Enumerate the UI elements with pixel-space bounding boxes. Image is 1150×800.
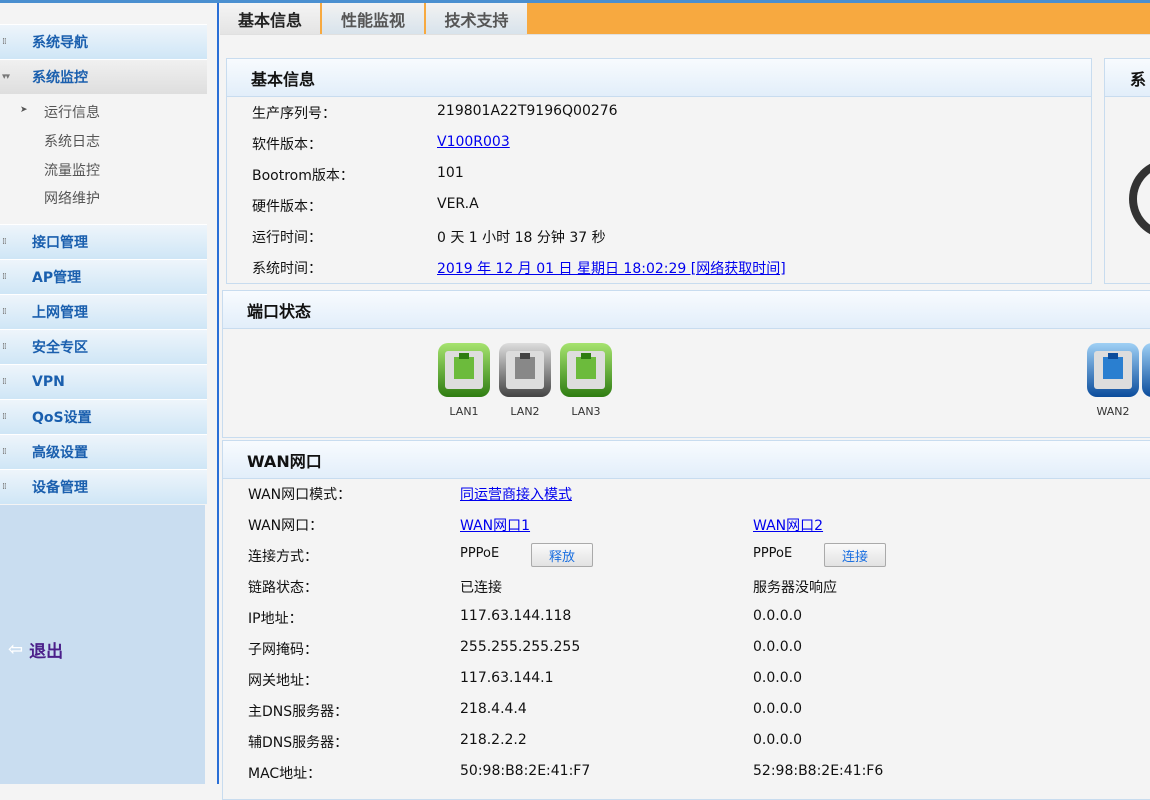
serial-value: 219801A22T9196Q00276 [437,103,618,119]
conn-type-label: 连接方式： [248,549,318,565]
dots-icon: ⁞⁞ [2,272,7,282]
lan2-port-icon[interactable] [499,343,551,397]
tab-bar: 基本信息 性能监视 技术支持 [220,3,1150,34]
frame-divider[interactable] [217,3,219,784]
software-version-link[interactable]: V100R003 [437,134,510,150]
mac-label: MAC地址： [248,766,322,782]
link-status-v1: 已连接 [460,580,502,596]
sidebar-item-ap[interactable]: ⁞⁞ AP管理 [0,259,207,294]
gateway-v2: 0.0.0.0 [753,670,802,686]
sidebar-gap [205,505,207,784]
lan2-label: LAN2 [510,405,540,418]
dots-icon: ⁞⁞ [2,342,7,352]
wan-title: WAN网口 [223,441,1150,479]
dots-icon: ⁞⁞ [2,482,7,492]
tab-tech-support[interactable]: 技术支持 [424,3,527,34]
sidebar-item-internet[interactable]: ⁞⁞ 上网管理 [0,294,207,329]
uptime-value: 0 天 1 小时 18 分钟 37 秒 [437,230,606,246]
release-button[interactable]: 释放 [531,543,593,567]
dns1-v2: 0.0.0.0 [753,701,802,717]
mask-label: 子网掩码： [248,642,318,658]
dots-icon: ⁞⁞ [2,447,7,457]
dns2-v1: 218.2.2.2 [460,732,527,748]
lan1-port-icon[interactable] [438,343,490,397]
port-status-title: 端口状态 [223,291,1150,329]
ip-label: IP地址： [248,611,303,627]
lan1-label: LAN1 [449,405,479,418]
wan-mode-label: WAN网口模式： [248,487,352,503]
mac-v2: 52:98:B8:2E:41:F6 [753,763,884,779]
sidebar-item-system-monitor[interactable]: ▾▾ 系统监控 [0,59,207,94]
logout-button[interactable]: ⇦ 退出 [8,637,63,662]
lan3-label: LAN3 [571,405,601,418]
logout-icon: ⇦ [8,639,24,660]
sidebar: ⁞⁞ 系统导航 ▾▾ 系统监控 ➤ 运行信息 系统日志 流量监控 网络维护 ⁞⁞ 接口… [0,3,207,784]
sidebar-item-qos[interactable]: ⁞⁞ QoS设置 [0,399,207,434]
tab-underline [220,34,1150,35]
sidebar-sub-network-maint[interactable]: 网络维护 [44,188,100,208]
wan-port-label: WAN网口： [248,518,324,534]
mask-v1: 255.255.255.255 [460,639,581,655]
conn2-value: PPPoE [753,546,793,561]
conn1-value: PPPoE [460,546,500,561]
tab-performance[interactable]: 性能监视 [320,3,424,34]
current-arrow-icon: ➤ [20,105,28,115]
mac-v1: 50:98:B8:2E:41:F7 [460,763,591,779]
tab-basic-info[interactable]: 基本信息 [220,3,320,34]
gateway-label: 网关地址： [248,673,318,689]
sidebar-item-security[interactable]: ⁞⁞ 安全专区 [0,329,207,364]
gauge-icon [1129,159,1150,239]
serial-label: 生产序列号： [252,106,336,122]
basic-info-panel: 基本信息 [226,58,1092,284]
wan1-port-icon[interactable] [1142,343,1150,397]
ip-v2: 0.0.0.0 [753,608,802,624]
software-label: 软件版本： [252,137,322,153]
dots-icon: ⁞⁞ [2,37,7,47]
hardware-label: 硬件版本： [252,199,322,215]
dns1-label: 主DNS服务器： [248,704,349,720]
sidebar-item-advanced[interactable]: ⁞⁞ 高级设置 [0,434,207,469]
sidebar-item-vpn[interactable]: ⁞⁞ VPN [0,364,207,399]
dns2-label: 辅DNS服务器： [248,735,349,751]
dns1-v1: 218.4.4.4 [460,701,527,717]
bootrom-value: 101 [437,165,464,181]
dots-icon: ⁞⁞ [2,412,7,422]
system-panel-title: 系 [1105,59,1150,97]
panel-title: 基本信息 [227,59,1091,97]
wan-port1-link[interactable]: WAN网口1 [460,515,530,535]
connect-button[interactable]: 连接 [824,543,886,567]
systime-label: 系统时间： [252,261,322,277]
sidebar-sub-system-log[interactable]: 系统日志 [44,131,100,151]
lan3-port-icon[interactable] [560,343,612,397]
ip-v1: 117.63.144.118 [460,608,572,624]
wan-panel: WAN网口 [222,440,1150,800]
wan-port2-link[interactable]: WAN网口2 [753,515,823,535]
sidebar-item-interface[interactable]: ⁞⁞ 接口管理 [0,224,207,259]
link-status-label: 链路状态： [248,580,318,596]
mask-v2: 0.0.0.0 [753,639,802,655]
bootrom-label: Bootrom版本： [252,168,354,184]
system-panel: 系 [1104,58,1150,284]
hardware-value: VER.A [437,196,479,212]
wan-mode-link[interactable]: 同运营商接入模式 [460,484,572,504]
link-status-v2: 服务器没响应 [753,580,837,596]
wan2-label: WAN2 [1096,405,1130,418]
wan2-port-icon[interactable] [1087,343,1139,397]
gateway-v1: 117.63.144.1 [460,670,554,686]
expanded-icon: ▾▾ [2,72,10,82]
sidebar-sub-run-info[interactable]: 运行信息 [44,102,100,122]
dns2-v2: 0.0.0.0 [753,732,802,748]
sidebar-item-device[interactable]: ⁞⁞ 设备管理 [0,469,207,504]
port-status-panel: 端口状态 [222,290,1150,438]
sidebar-item-system-nav[interactable]: ⁞⁞ 系统导航 [0,24,207,59]
dots-icon: ⁞⁞ [2,307,7,317]
sidebar-sub-traffic[interactable]: 流量监控 [44,160,100,180]
uptime-label: 运行时间： [252,230,322,246]
dots-icon: ⁞⁞ [2,237,7,247]
systime-link[interactable]: 2019 年 12 月 01 日 星期日 18:02:29 [网络获取时间] [437,258,786,278]
dots-icon: ⁞⁞ [2,377,7,387]
